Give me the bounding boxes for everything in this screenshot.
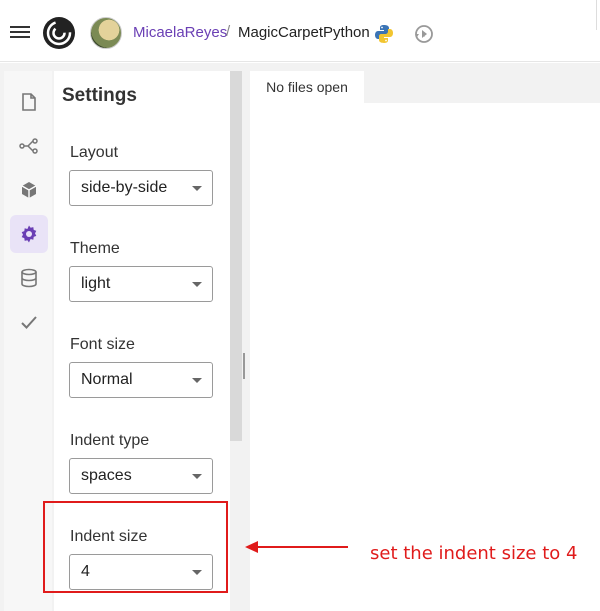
editor-tab-bar: No files open <box>250 71 600 103</box>
share-nodes-icon <box>19 138 38 154</box>
settings-button[interactable] <box>10 215 48 253</box>
avatar[interactable] <box>90 17 122 49</box>
file-icon <box>22 93 36 111</box>
app-logo-icon[interactable] <box>42 16 76 50</box>
chevron-down-icon <box>192 378 202 383</box>
breadcrumb-separator: / <box>226 23 231 40</box>
checks-button[interactable] <box>10 303 48 341</box>
theme-select[interactable]: light <box>69 266 213 302</box>
share-button[interactable] <box>10 127 48 165</box>
font-size-select[interactable]: Normal <box>69 362 213 398</box>
pane-resize-handle[interactable] <box>243 353 247 379</box>
menu-icon[interactable] <box>10 24 30 40</box>
panel-title: Settings <box>62 85 137 106</box>
indent-type-label: Indent type <box>70 432 150 449</box>
indent-type-value: spaces <box>81 467 132 484</box>
chevron-down-icon <box>192 186 202 191</box>
top-bar: MicaelaReyes / MagicCarpetPython <box>0 0 600 62</box>
database-icon <box>21 268 37 288</box>
breadcrumb-repo-name: MagicCarpetPython <box>238 24 370 41</box>
window-edge <box>596 0 600 30</box>
indent-type-select[interactable]: spaces <box>69 458 213 494</box>
layout-select[interactable]: side-by-side <box>69 170 213 206</box>
layout-label: Layout <box>70 144 119 161</box>
breadcrumb-user-link[interactable]: MicaelaReyes <box>133 24 227 41</box>
packages-button[interactable] <box>10 171 48 209</box>
cube-icon <box>21 182 37 198</box>
check-icon <box>21 316 37 329</box>
gear-icon <box>21 225 37 243</box>
chevron-down-icon <box>192 282 202 287</box>
chevron-down-icon <box>192 474 202 479</box>
editor-area: No files open <box>250 71 600 611</box>
font-size-value: Normal <box>81 371 133 388</box>
layout-value: side-by-side <box>81 179 168 196</box>
history-icon[interactable] <box>412 23 434 45</box>
annotation-highlight-box <box>43 501 228 593</box>
files-button[interactable] <box>10 83 48 121</box>
font-size-label: Font size <box>70 336 135 353</box>
settings-scrollbar[interactable] <box>230 71 242 441</box>
annotation-text: set the indent size to 4 <box>370 543 578 564</box>
tab-no-files[interactable]: No files open <box>250 71 364 103</box>
database-button[interactable] <box>10 259 48 297</box>
annotation-arrow-icon <box>245 541 348 553</box>
python-icon <box>375 25 393 43</box>
theme-label: Theme <box>70 240 120 257</box>
theme-value: light <box>81 275 111 292</box>
